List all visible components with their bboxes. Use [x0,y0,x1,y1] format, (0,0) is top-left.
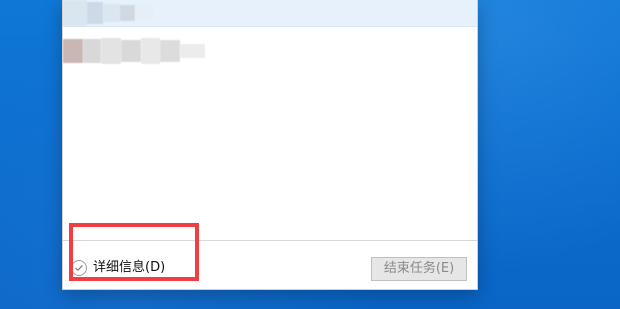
blurred-process-name-block [121,40,141,62]
blurred-process-name-block [120,5,135,21]
blurred-process-name-block [135,6,153,20]
blurred-process-name-block [180,44,205,58]
process-row[interactable] [63,38,477,64]
blurred-process-name-block [63,0,87,26]
check-circle-icon [71,260,87,276]
blurred-process-name-block [83,39,101,63]
blurred-process-name-block [103,4,120,22]
details-label: 详细信息(D) [93,260,166,275]
blurred-process-name-block [101,38,121,64]
blurred-process-name-block [141,38,160,64]
blurred-process-name-block [87,2,103,24]
blurred-process-name-block [63,39,83,63]
end-task-button[interactable]: 结束任务(E) [371,257,467,281]
process-list [63,0,477,240]
details-toggle[interactable]: 详细信息(D) [71,259,165,277]
task-manager-window: 详细信息(D) 结束任务(E) [62,0,478,290]
process-row-selected[interactable] [63,0,477,27]
bottom-bar: 详细信息(D) 结束任务(E) [63,241,477,289]
blurred-process-name-block [160,40,180,62]
